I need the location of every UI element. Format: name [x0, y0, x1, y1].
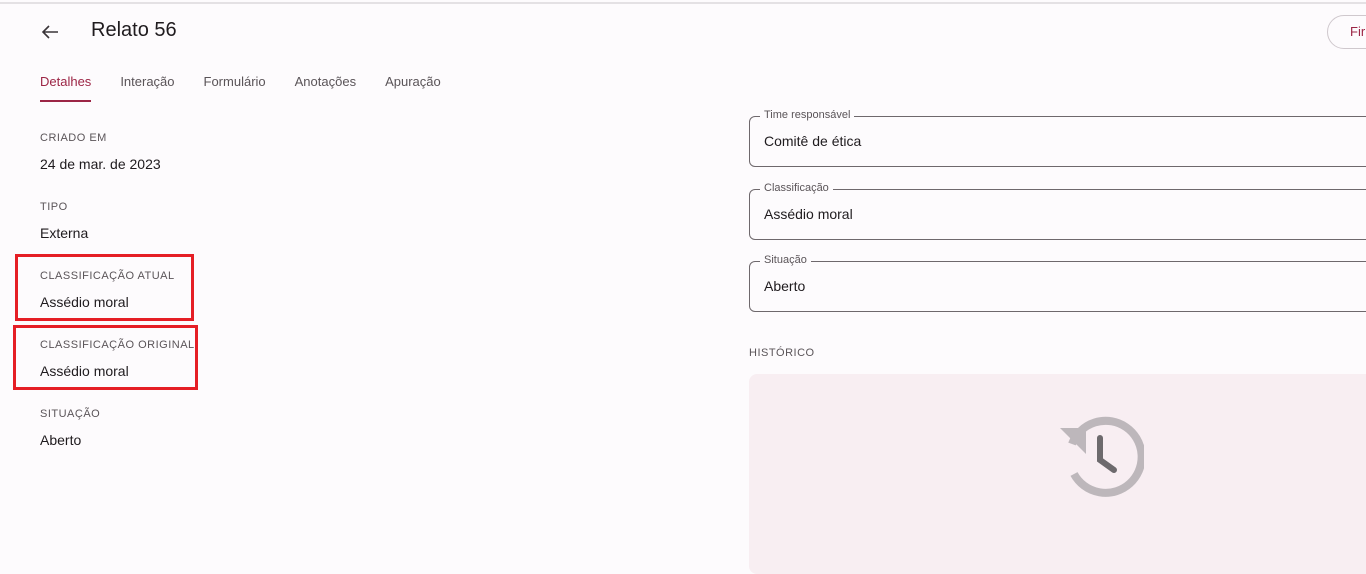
original-classification-value: Assédio moral	[40, 363, 129, 379]
team-select[interactable]: Time responsável Comitê de ética	[749, 109, 1366, 167]
type-label: TIPO	[40, 201, 68, 213]
team-select-label: Time responsável	[760, 109, 855, 121]
classification-select-label: Classificação	[760, 182, 833, 194]
status-select-value: Aberto	[764, 278, 806, 294]
history-label: HISTÓRICO	[749, 347, 815, 359]
created-value: 24 de mar. de 2023	[40, 156, 161, 172]
status-select-label: Situação	[760, 254, 811, 266]
tab-interacao[interactable]: Interação	[120, 74, 174, 101]
history-icon	[1056, 414, 1146, 502]
classification-select[interactable]: Classificação Assédio moral	[749, 182, 1366, 240]
current-classification-label: CLASSIFICAÇÃO ATUAL	[40, 270, 175, 282]
status-label: SITUAÇÃO	[40, 408, 101, 420]
top-divider	[0, 2, 1366, 4]
status-select[interactable]: Situação Aberto	[749, 254, 1366, 312]
highlight-box-original	[13, 325, 198, 390]
status-value: Aberto	[40, 432, 82, 448]
type-value: Externa	[40, 225, 89, 241]
tab-apuracao[interactable]: Apuração	[385, 74, 441, 101]
tab-anotacoes[interactable]: Anotações	[295, 74, 356, 101]
original-classification-label: CLASSIFICAÇÃO ORIGINAL	[40, 339, 195, 351]
current-classification-value: Assédio moral	[40, 294, 129, 310]
tab-detalhes[interactable]: Detalhes	[40, 74, 92, 102]
page-title: Relato 56	[91, 19, 177, 41]
tab-bar: Detalhes Interação Formulário Anotações …	[40, 74, 470, 102]
tab-formulario[interactable]: Formulário	[204, 74, 266, 101]
highlight-box-current	[15, 254, 194, 321]
created-label: CRIADO EM	[40, 132, 107, 144]
back-arrow-icon[interactable]	[38, 20, 62, 44]
team-select-value: Comitê de ética	[764, 133, 862, 149]
classification-select-value: Assédio moral	[764, 206, 853, 222]
finish-button[interactable]: Fir	[1327, 15, 1366, 49]
